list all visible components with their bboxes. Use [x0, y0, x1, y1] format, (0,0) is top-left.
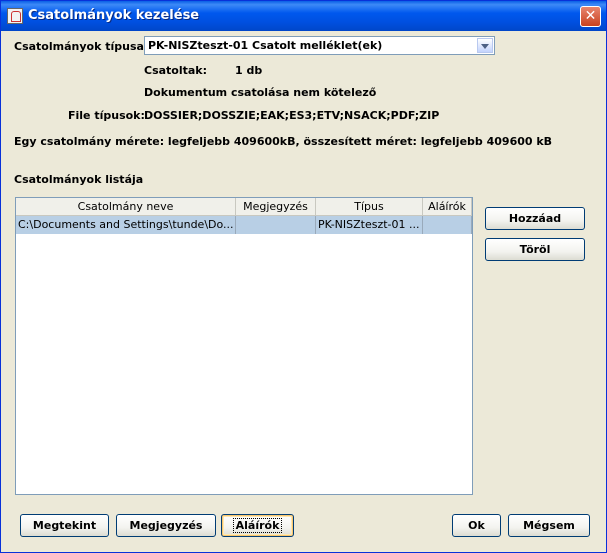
attachment-type-label: Csatolmányok típusa: [14, 40, 149, 53]
cell-name: C:\Documents and Settings\tunde\Do... [16, 216, 236, 234]
column-header-note[interactable]: Megjegyzés [236, 198, 316, 216]
close-button[interactable]: ✕ [580, 6, 601, 27]
add-button-label: Hozzáad [508, 212, 562, 225]
remove-button-label: Töröl [519, 243, 551, 256]
dialog-window: Csatolmányok kezelése ✕ Csatolmányok típ… [0, 0, 607, 553]
column-header-signers[interactable]: Aláírók [423, 198, 472, 216]
cell-signers [423, 216, 472, 234]
table-header: Csatolmány neve Megjegyzés Típus Aláírók [16, 198, 472, 216]
attachment-type-select[interactable]: PK-NISZteszt-01 Csatolt melléklet(ek) [144, 36, 495, 55]
ok-button[interactable]: Ok [452, 514, 501, 537]
chevron-down-icon[interactable] [477, 38, 493, 53]
java-app-icon [7, 8, 23, 24]
cancel-button-label: Mégsem [523, 519, 575, 532]
table-row[interactable]: C:\Documents and Settings\tunde\Do... PK… [16, 216, 472, 234]
attachments-table[interactable]: Csatolmány neve Megjegyzés Típus Aláírók… [15, 197, 473, 495]
cell-note [236, 216, 316, 234]
filetypes-value: DOSSIER;DOSSZIE;EAK;ES3;ETV;NSACK;PDF;ZI… [144, 109, 440, 122]
title-bar[interactable]: Csatolmányok kezelése ✕ [1, 1, 606, 31]
signers-button[interactable]: Aláírók [221, 514, 294, 537]
column-header-type[interactable]: Típus [316, 198, 423, 216]
attached-label: Csatoltak: [144, 64, 208, 77]
cell-type: PK-NISZteszt-01 ... [316, 216, 423, 234]
note-button[interactable]: Megjegyzés [116, 514, 216, 537]
column-header-name[interactable]: Csatolmány neve [16, 198, 236, 216]
attached-count: 1 db [235, 64, 263, 77]
view-button-label: Megtekint [32, 519, 97, 532]
attachment-type-value: PK-NISZteszt-01 Csatolt melléklet(ek) [148, 39, 383, 52]
optional-note: Dokumentum csatolása nem kötelező [144, 86, 377, 99]
remove-button[interactable]: Töröl [485, 238, 585, 261]
signers-button-label: Aláírók [232, 518, 283, 533]
size-limit-note: Egy csatolmány mérete: legfeljebb 409600… [14, 135, 553, 148]
window-title: Csatolmányok kezelése [28, 8, 200, 23]
ok-button-label: Ok [468, 519, 485, 532]
view-button[interactable]: Megtekint [20, 514, 109, 537]
cancel-button[interactable]: Mégsem [508, 514, 590, 537]
list-title: Csatolmányok listája [14, 173, 144, 186]
add-button[interactable]: Hozzáad [485, 207, 585, 230]
filetypes-label: File típusok: [68, 109, 145, 122]
note-button-label: Megjegyzés [129, 519, 203, 532]
close-icon: ✕ [584, 8, 597, 24]
